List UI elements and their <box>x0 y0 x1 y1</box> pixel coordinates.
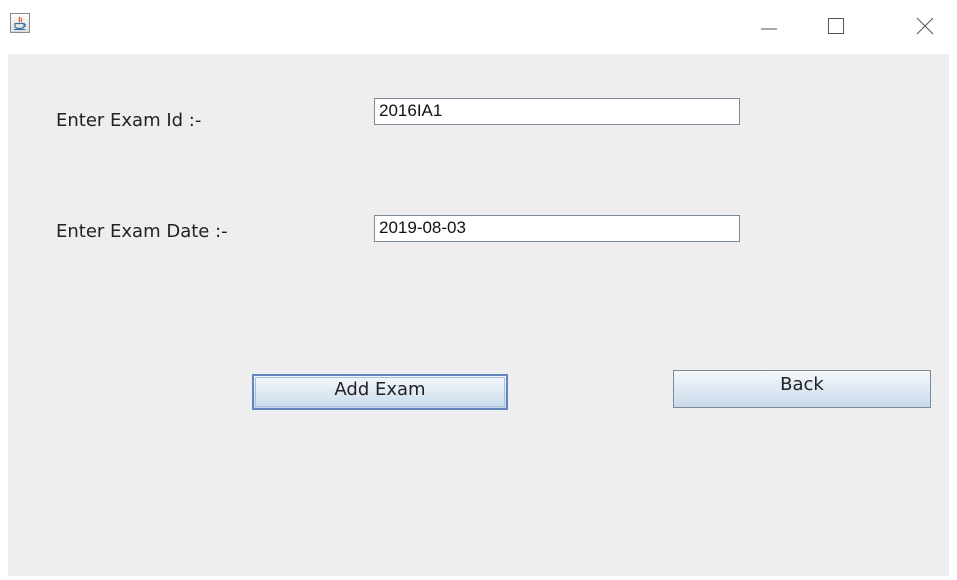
app-window: Enter Exam Id :- 2016IA1 Enter Exam Date… <box>0 0 957 580</box>
back-button[interactable]: Back <box>673 370 931 408</box>
add-exam-button-label: Add Exam <box>334 379 426 400</box>
exam-id-field[interactable]: 2016IA1 <box>374 98 740 125</box>
maximize-icon <box>828 18 844 34</box>
exam-id-label: Enter Exam Id :- <box>56 110 202 131</box>
exam-date-field[interactable]: 2019-08-03 <box>374 215 740 242</box>
exam-date-label: Enter Exam Date :- <box>56 221 228 242</box>
minimize-button[interactable] <box>746 8 792 44</box>
close-button[interactable] <box>902 8 948 44</box>
close-icon <box>916 17 934 35</box>
back-button-label: Back <box>780 374 824 395</box>
java-icon[interactable] <box>10 13 30 33</box>
title-bar <box>0 0 957 54</box>
form-panel: Enter Exam Id :- 2016IA1 Enter Exam Date… <box>8 54 949 576</box>
minimize-icon <box>761 28 777 30</box>
maximize-button[interactable] <box>813 8 859 44</box>
add-exam-button[interactable]: Add Exam <box>252 374 508 410</box>
